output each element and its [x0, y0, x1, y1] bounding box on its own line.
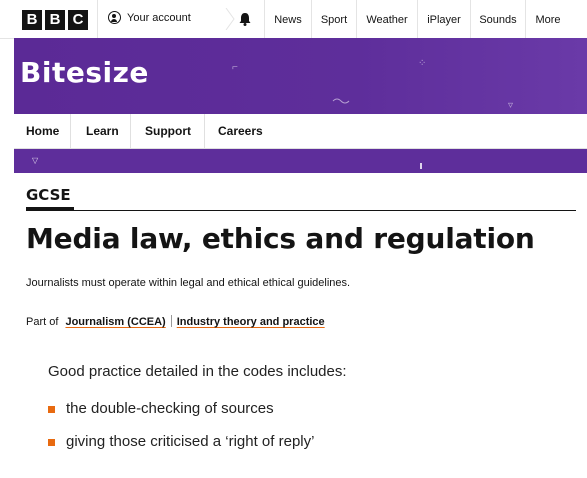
nav-link-more[interactable]: More	[526, 0, 570, 38]
part-of-label: Part of	[26, 316, 59, 328]
menu-toggle-icon[interactable]: ▽	[32, 156, 38, 165]
bullet-list: the double-checking of sources giving th…	[48, 400, 314, 466]
nav-link-iplayer[interactable]: iPlayer	[418, 0, 470, 38]
section-nav-careers[interactable]: Careers	[205, 114, 279, 148]
bitesize-banner: Bitesize ⌐ ⁘ ▿	[14, 38, 587, 114]
section-nav-support[interactable]: Support	[131, 114, 205, 148]
breadcrumb-separator	[170, 315, 172, 327]
divider	[97, 0, 98, 38]
account-icon	[108, 11, 121, 24]
decorative-mark-icon: ⌐	[232, 62, 238, 73]
list-item-text: the double-checking of sources	[66, 400, 274, 417]
bitesize-logo[interactable]: Bitesize	[20, 56, 149, 89]
nav-link-sounds[interactable]: Sounds	[471, 0, 525, 38]
content-intro: Good practice detailed in the codes incl…	[48, 363, 347, 380]
global-navigation-bar: B B C Your account News Sport Weather iP…	[0, 0, 587, 39]
divider	[26, 210, 576, 211]
breadcrumb-link-industry[interactable]: Industry theory and practice	[177, 316, 325, 328]
list-item-text: giving those criticised a ‘right of repl…	[66, 433, 315, 450]
nav-link-news[interactable]: News	[265, 0, 311, 38]
list-item: the double-checking of sources	[48, 400, 314, 433]
level-heading[interactable]: GCSE	[26, 186, 71, 204]
page-summary: Journalists must operate within legal an…	[26, 277, 351, 289]
decorative-dot-icon: ▿	[508, 100, 514, 111]
your-account-label: Your account	[127, 11, 191, 24]
bbc-logo-letter: B	[45, 10, 65, 30]
section-menu-strip: ▽	[14, 149, 587, 173]
bbc-logo[interactable]: B B C	[22, 10, 88, 30]
decorative-wave-icon	[332, 98, 350, 104]
section-nav-learn[interactable]: Learn	[71, 114, 131, 148]
section-nav-home[interactable]: Home	[14, 114, 71, 148]
nav-link-weather[interactable]: Weather	[357, 0, 417, 38]
bbc-logo-letter: C	[68, 10, 88, 30]
section-navigation: Home Learn Support Careers	[14, 114, 587, 149]
decorative-sparkle-icon: ⁘	[418, 58, 427, 69]
list-item: giving those criticised a ‘right of repl…	[48, 433, 314, 466]
decorative-dot-icon	[420, 163, 422, 169]
nav-link-sport[interactable]: Sport	[312, 0, 356, 38]
page-title: Media law, ethics and regulation	[26, 222, 535, 255]
breadcrumb: Part of Journalism (CCEA) Industry theory…	[26, 315, 325, 328]
bullet-icon	[48, 439, 55, 446]
your-account-link[interactable]: Your account	[108, 11, 191, 24]
bell-icon[interactable]	[237, 11, 253, 27]
bullet-icon	[48, 406, 55, 413]
breadcrumb-link-journalism[interactable]: Journalism (CCEA)	[65, 316, 165, 328]
bbc-logo-letter: B	[22, 10, 42, 30]
